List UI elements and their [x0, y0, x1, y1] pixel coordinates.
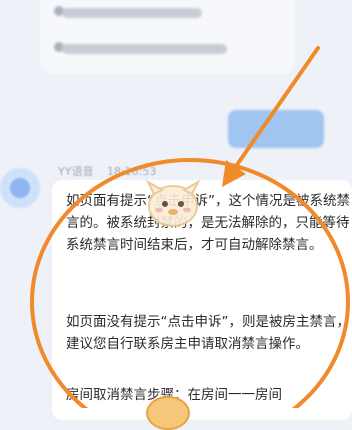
previous-message-bubble: [40, 0, 295, 74]
blurred-text-line: [62, 8, 202, 18]
sender-name: YY语音: [58, 165, 94, 178]
answer-paragraph-1: 如页面有提示“点击申诉”，这个情况是被系统禁言的。被系统封禁的，是无法解除的，只…: [66, 193, 350, 253]
assistant-avatar-icon: [0, 168, 40, 208]
answer-paragraph-3: 房间取消禁言步骤：在房间一一房间: [66, 387, 282, 403]
answer-paragraph-2: 如页面没有提示“点击申诉”，则是被房主禁言，建议您自行联系房主申请取消禁言操作。: [66, 314, 350, 352]
cartoon-mascot-icon: [145, 179, 201, 227]
blurred-action-button[interactable]: [228, 110, 324, 148]
blurred-text-line: [62, 44, 227, 54]
mascot-peek-icon: [146, 396, 190, 430]
